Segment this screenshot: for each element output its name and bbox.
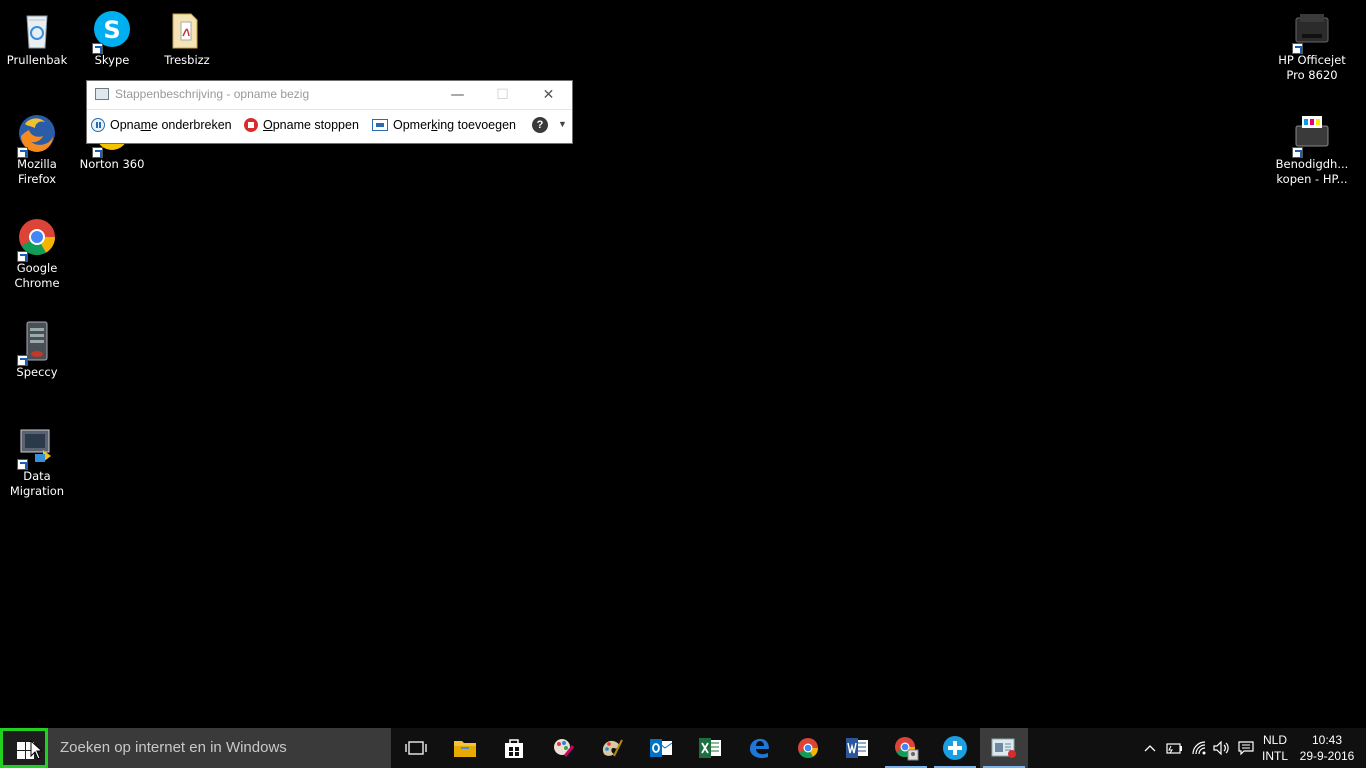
tray-power[interactable] — [1162, 728, 1186, 768]
taskbar-outlook[interactable] — [637, 728, 685, 768]
pause-label: Opname onderbreken — [110, 118, 232, 132]
chevron-up-icon — [1144, 745, 1156, 752]
keyboard-layout: INTL — [1261, 749, 1288, 763]
icon-label: Skype — [94, 53, 130, 67]
icon-label: Speccy — [16, 365, 58, 379]
icon-label: HP Officejet Pro 8620 — [1278, 53, 1346, 82]
icon-label: Google Chrome — [14, 261, 60, 290]
taskbar-paint[interactable] — [539, 728, 587, 768]
task-view-button[interactable] — [392, 728, 440, 768]
icon-label: Prullenbak — [6, 53, 68, 67]
action-center-icon — [1238, 741, 1254, 755]
help-icon: ? — [532, 117, 548, 133]
tray-action-center[interactable] — [1234, 728, 1258, 768]
steps-recorder-app-icon — [95, 88, 109, 100]
desktop-icon-prullenbak[interactable]: Prullenbak — [0, 8, 74, 68]
icon-label: Benodigdh... kopen - HP... — [1275, 157, 1349, 186]
printer-icon — [1290, 8, 1334, 54]
pause-icon — [91, 118, 105, 132]
icon-label: Norton 360 — [79, 157, 145, 171]
clock-date: 29-9-2016 — [1299, 749, 1355, 763]
recycle-bin-icon — [15, 8, 59, 52]
taskbar-steps-recorder[interactable] — [980, 728, 1028, 768]
power-plug-icon — [1166, 743, 1182, 754]
paint-palette-icon — [602, 739, 623, 757]
icon-label: Mozilla Firefox — [17, 157, 57, 186]
desktop-icon-chrome[interactable]: Google Chrome — [0, 216, 74, 291]
taskbar-file-explorer[interactable] — [441, 728, 489, 768]
add-comment-button[interactable]: Opmerking toevoegen — [372, 118, 516, 132]
stop-recording-button[interactable]: Opname stoppen — [244, 118, 359, 132]
edge-icon — [750, 738, 769, 759]
speccy-icon — [15, 320, 59, 366]
taskbar-excel[interactable] — [686, 728, 734, 768]
volume-icon — [1213, 741, 1229, 755]
taskbar-chrome[interactable] — [784, 728, 832, 768]
chevron-down-icon: ▼ — [558, 119, 567, 129]
clock[interactable]: 10:43 29-9-2016 — [1296, 732, 1358, 764]
desktop-icon-speccy[interactable]: Speccy — [0, 320, 74, 380]
paint-icon — [554, 739, 575, 757]
word-icon — [846, 738, 868, 758]
recorder-toolbar: Opname onderbreken Opname stoppen Opmerk… — [87, 110, 572, 143]
close-button[interactable]: ✕ — [526, 81, 571, 109]
comment-label: Opmerking toevoegen — [393, 118, 516, 132]
clock-time: 10:43 — [1311, 733, 1343, 747]
task-view-icon — [405, 741, 427, 755]
desktop-icon-benodigdheden[interactable]: Benodigdh... kopen - HP... — [1275, 112, 1349, 187]
minimize-button[interactable]: — — [435, 81, 480, 109]
comment-icon — [372, 119, 388, 131]
language-indicator[interactable]: NLD INTL — [1256, 732, 1294, 764]
chrome-icon — [15, 216, 59, 262]
desktop-icon-firefox[interactable]: Mozilla Firefox — [0, 112, 74, 187]
data-migration-icon — [15, 424, 59, 470]
folder-pdf-icon — [165, 8, 209, 52]
taskbar: Zoeken op internet en in Windows NLD INT… — [0, 728, 1366, 768]
taskbar-word[interactable] — [833, 728, 881, 768]
taskbar-plus-app[interactable] — [931, 728, 979, 768]
skype-icon: S — [90, 8, 134, 54]
stop-icon — [244, 118, 258, 132]
taskbar-store[interactable] — [490, 728, 538, 768]
search-box[interactable]: Zoeken op internet en in Windows — [48, 728, 391, 768]
close-icon: ✕ — [542, 87, 555, 103]
excel-icon — [699, 738, 721, 758]
firefox-icon — [15, 112, 59, 158]
plus-app-icon — [943, 736, 967, 760]
desktop-icon-data-migration[interactable]: Data Migration — [0, 424, 74, 499]
maximize-button[interactable]: ☐ — [480, 81, 525, 109]
taskbar-chrome-user[interactable] — [882, 728, 930, 768]
show-hidden-icons-button[interactable] — [1140, 728, 1160, 768]
outlook-icon — [650, 739, 673, 757]
icon-label: Tresbizz — [164, 53, 210, 67]
window-titlebar[interactable]: Stappenbeschrijving - opname bezig — ☐ ✕ — [87, 81, 572, 110]
printer-supplies-icon — [1290, 112, 1334, 158]
help-button[interactable]: ? — [532, 117, 548, 133]
wifi-icon — [1192, 741, 1206, 755]
window-title: Stappenbeschrijving - opname bezig — [115, 87, 310, 101]
chrome-user-icon — [895, 737, 919, 761]
desktop-icon-skype[interactable]: S Skype — [75, 8, 149, 68]
steps-recorder-icon — [991, 738, 1016, 758]
taskbar-paint-palette[interactable] — [588, 728, 636, 768]
language-code: NLD — [1262, 733, 1287, 747]
file-explorer-icon — [454, 741, 476, 757]
search-placeholder: Zoeken op internet en in Windows — [60, 739, 287, 756]
svg-text:S: S — [103, 16, 120, 44]
store-icon — [505, 739, 523, 758]
icon-label: Data Migration — [9, 469, 65, 498]
stop-label: Opname stoppen — [263, 118, 359, 132]
help-dropdown-button[interactable]: ▼ — [558, 119, 567, 129]
steps-recorder-window: Stappenbeschrijving - opname bezig — ☐ ✕… — [87, 81, 572, 143]
pause-recording-button[interactable]: Opname onderbreken — [91, 118, 232, 132]
tray-network[interactable] — [1188, 728, 1212, 768]
tray-volume[interactable] — [1210, 728, 1234, 768]
taskbar-edge[interactable] — [735, 728, 783, 768]
desktop-icon-tresbizz[interactable]: Tresbizz — [150, 8, 224, 68]
mouse-cursor-icon — [30, 740, 42, 760]
desktop-icon-hp-officejet[interactable]: HP Officejet Pro 8620 — [1275, 8, 1349, 83]
chrome-icon — [798, 738, 819, 759]
